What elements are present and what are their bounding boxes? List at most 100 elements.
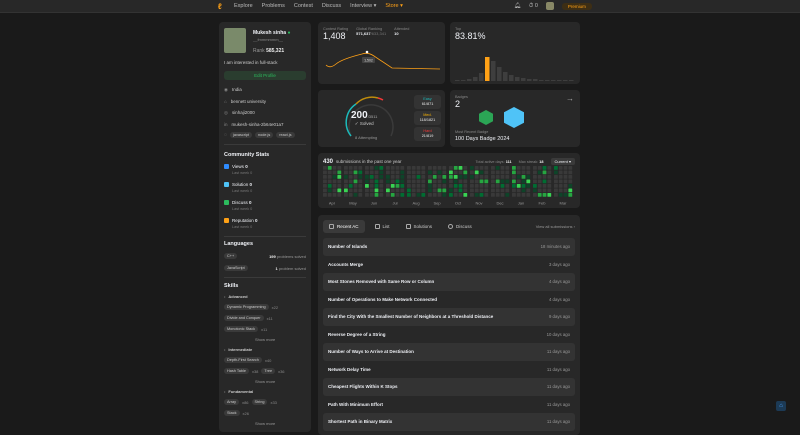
nav-problems[interactable]: Problems	[262, 3, 285, 9]
heatmap-cell[interactable]	[474, 188, 479, 193]
heatmap-cell[interactable]	[563, 188, 568, 193]
heatmap-cell[interactable]	[428, 193, 432, 197]
heatmap-cell[interactable]	[474, 179, 479, 184]
heatmap-cell[interactable]	[428, 170, 432, 175]
heatmap-cell[interactable]	[411, 179, 416, 184]
heatmap-cell[interactable]	[505, 170, 510, 175]
heatmap-cell[interactable]	[516, 188, 521, 193]
heatmap-cell[interactable]	[432, 193, 437, 197]
heatmap-cell[interactable]	[537, 184, 542, 188]
heatmap-cell[interactable]	[449, 193, 453, 197]
skill-tag[interactable]: Tree	[261, 368, 276, 374]
heatmap-cell[interactable]	[442, 184, 447, 188]
heatmap-cell[interactable]	[495, 166, 500, 170]
heatmap-cell[interactable]	[547, 188, 552, 193]
heatmap-cell[interactable]	[533, 179, 537, 184]
heatmap-cell[interactable]	[407, 184, 411, 188]
heatmap-cell[interactable]	[400, 166, 405, 170]
heatmap-cell[interactable]	[337, 166, 342, 170]
heatmap-cell[interactable]	[500, 166, 505, 170]
heatmap-cell[interactable]	[512, 184, 516, 188]
heatmap-cell[interactable]	[563, 166, 568, 170]
heatmap-cell[interactable]	[547, 166, 552, 170]
heatmap-cell[interactable]	[344, 188, 348, 193]
heatmap-cell[interactable]	[516, 184, 521, 188]
submission-row[interactable]: Reverse Degree of a String 10 days ago	[323, 326, 575, 344]
heatmap-cell[interactable]	[365, 166, 369, 170]
heatmap-cell[interactable]	[463, 188, 468, 193]
submission-row[interactable]: Most Stones Removed with Same Row or Col…	[323, 273, 575, 291]
heatmap-cell[interactable]	[512, 175, 516, 179]
heatmap-cell[interactable]	[453, 179, 458, 184]
heatmap-cell[interactable]	[533, 166, 537, 170]
heatmap-cell[interactable]	[453, 175, 458, 179]
heatmap-cell[interactable]	[365, 170, 369, 175]
linkedin-link[interactable]: mukesh-sinha-2b64e01a7	[232, 122, 284, 127]
heatmap-cell[interactable]	[421, 166, 426, 170]
submission-row[interactable]: Number of Operations to Make Network Con…	[323, 291, 575, 309]
heatmap-cell[interactable]	[353, 175, 358, 179]
heatmap-cell[interactable]	[568, 188, 573, 193]
tag[interactable]: node.js	[255, 132, 274, 138]
heatmap-cell[interactable]	[337, 175, 342, 179]
heatmap-cell[interactable]	[537, 175, 542, 179]
heatmap-cell[interactable]	[500, 188, 505, 193]
heatmap-cell[interactable]	[512, 166, 516, 170]
heatmap-cell[interactable]	[470, 170, 474, 175]
heatmap-cell[interactable]	[327, 166, 332, 170]
heatmap-cell[interactable]	[416, 175, 421, 179]
edit-profile-button[interactable]: Edit Profile	[224, 71, 306, 80]
heatmap-cell[interactable]	[463, 170, 468, 175]
submission-row[interactable]: Accounts Merge 3 days ago	[323, 256, 575, 274]
heatmap-cell[interactable]	[442, 170, 447, 175]
heatmap-cell[interactable]	[407, 175, 411, 179]
heatmap-cell[interactable]	[554, 175, 558, 179]
heatmap-cell[interactable]	[526, 179, 531, 184]
heatmap-cell[interactable]	[379, 188, 384, 193]
leetcode-logo-icon[interactable]: ℓ	[218, 2, 222, 11]
heatmap-cell[interactable]	[568, 170, 573, 175]
heatmap-cell[interactable]	[332, 193, 337, 197]
heatmap-cell[interactable]	[505, 188, 510, 193]
heatmap-cell[interactable]	[374, 166, 379, 170]
hard-stat[interactable]: Hard 21/819	[414, 127, 441, 141]
heatmap-cell[interactable]	[395, 188, 400, 193]
heatmap-cell[interactable]	[353, 166, 358, 170]
heatmap-cell[interactable]	[365, 179, 369, 184]
heatmap-cell[interactable]	[353, 170, 358, 175]
heatmap-cell[interactable]	[369, 188, 374, 193]
heatmap-cell[interactable]	[323, 193, 327, 197]
heatmap-cell[interactable]	[416, 184, 421, 188]
heatmap-cell[interactable]	[411, 166, 416, 170]
heatmap-cell[interactable]	[491, 184, 495, 188]
skill-tag[interactable]: Hash Table	[224, 368, 249, 374]
language-tag[interactable]: C++	[224, 253, 238, 259]
heatmap-cell[interactable]	[400, 175, 405, 179]
heatmap-cell[interactable]	[411, 188, 416, 193]
heatmap-cell[interactable]	[379, 184, 384, 188]
heatmap-cell[interactable]	[554, 179, 558, 184]
heatmap-cell[interactable]	[379, 179, 384, 184]
heatmap-cell[interactable]	[449, 170, 453, 175]
heatmap-cell[interactable]	[453, 193, 458, 197]
heatmap-cell[interactable]	[407, 170, 411, 175]
heatmap-cell[interactable]	[428, 175, 432, 179]
heatmap-cell[interactable]	[453, 188, 458, 193]
heatmap-cell[interactable]	[558, 179, 563, 184]
heatmap-cell[interactable]	[395, 170, 400, 175]
heatmap-cell[interactable]	[463, 175, 468, 179]
heatmap-cell[interactable]	[369, 170, 374, 175]
heatmap-cell[interactable]	[458, 184, 463, 188]
heatmap-cell[interactable]	[337, 188, 342, 193]
heatmap-cell[interactable]	[390, 193, 395, 197]
heatmap-cell[interactable]	[390, 179, 395, 184]
heatmap-cell[interactable]	[390, 166, 395, 170]
language-tag[interactable]: JavaScript	[224, 265, 248, 271]
heatmap-cell[interactable]	[400, 188, 405, 193]
nav-explore[interactable]: Explore	[234, 3, 253, 9]
heatmap-cell[interactable]	[416, 188, 421, 193]
heatmap-cell[interactable]	[542, 184, 547, 188]
heatmap-cell[interactable]	[491, 193, 495, 197]
heatmap-cell[interactable]	[537, 166, 542, 170]
heatmap-cell[interactable]	[395, 166, 400, 170]
